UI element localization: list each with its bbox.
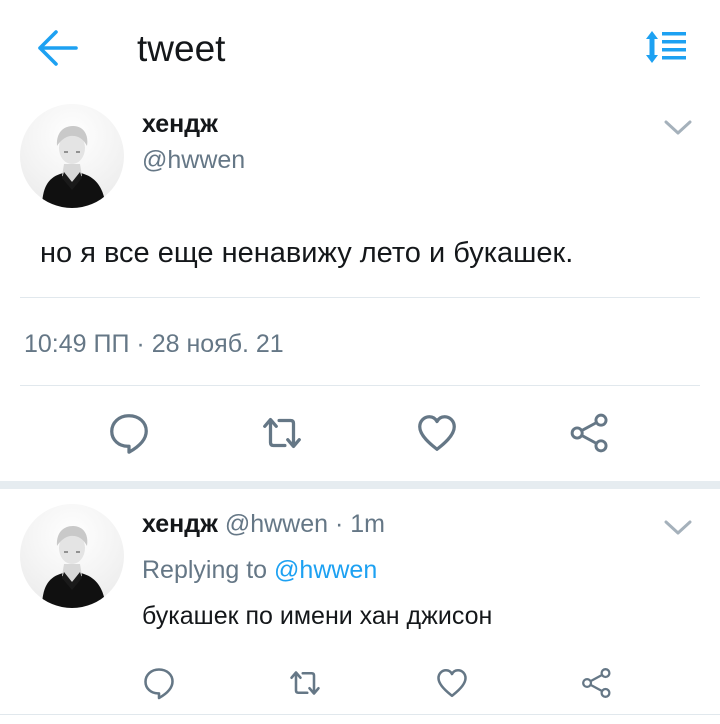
back-arrow-icon[interactable]	[36, 28, 78, 68]
avatar[interactable]	[20, 104, 124, 208]
like-icon[interactable]	[434, 665, 470, 701]
divider	[20, 297, 700, 298]
reply-time: 1m	[350, 510, 386, 538]
sort-list-icon[interactable]	[646, 30, 690, 64]
section-separator	[0, 481, 720, 489]
replying-to-link[interactable]: @hwwen	[274, 556, 377, 584]
tweet-screen: tweet хендж @hwwen но я все еще ненавижу…	[0, 0, 720, 724]
reply-icon[interactable]	[106, 410, 152, 456]
replying-label: Replying to	[142, 556, 268, 584]
share-icon[interactable]	[568, 410, 612, 456]
meta-separator: ·	[136, 330, 145, 358]
user-handle[interactable]: @hwwen	[225, 510, 328, 538]
top-bar: tweet	[0, 0, 720, 96]
retweet-icon[interactable]	[286, 665, 324, 701]
reply-icon[interactable]	[141, 665, 177, 701]
share-icon[interactable]	[580, 665, 614, 701]
like-icon[interactable]	[413, 410, 461, 456]
display-name[interactable]: хендж	[142, 110, 218, 139]
reply-header: хендж @hwwen · 1m	[142, 510, 385, 539]
tweet-date: 28 нояб. 21	[151, 330, 284, 358]
divider	[0, 714, 720, 715]
chevron-down-icon[interactable]	[664, 119, 692, 137]
divider	[20, 385, 700, 386]
chevron-down-icon[interactable]	[664, 519, 692, 537]
user-handle[interactable]: @hwwen	[142, 146, 245, 175]
avatar[interactable]	[20, 504, 124, 608]
tweet-text: но я все еще ненавижу лето и букашек.	[40, 237, 574, 269]
meta-separator: ·	[335, 510, 344, 538]
display-name[interactable]: хендж	[142, 510, 218, 538]
replying-to-line: Replying to @hwwen	[142, 556, 377, 585]
tweet-text: букашек по имени хан джисон	[142, 602, 493, 630]
tweet-time: 10:49 ПП	[24, 330, 130, 358]
retweet-icon[interactable]	[258, 410, 306, 456]
page-title: tweet	[137, 28, 226, 69]
tweet-timestamp: 10:49 ПП · 28 нояб. 21	[24, 330, 284, 359]
